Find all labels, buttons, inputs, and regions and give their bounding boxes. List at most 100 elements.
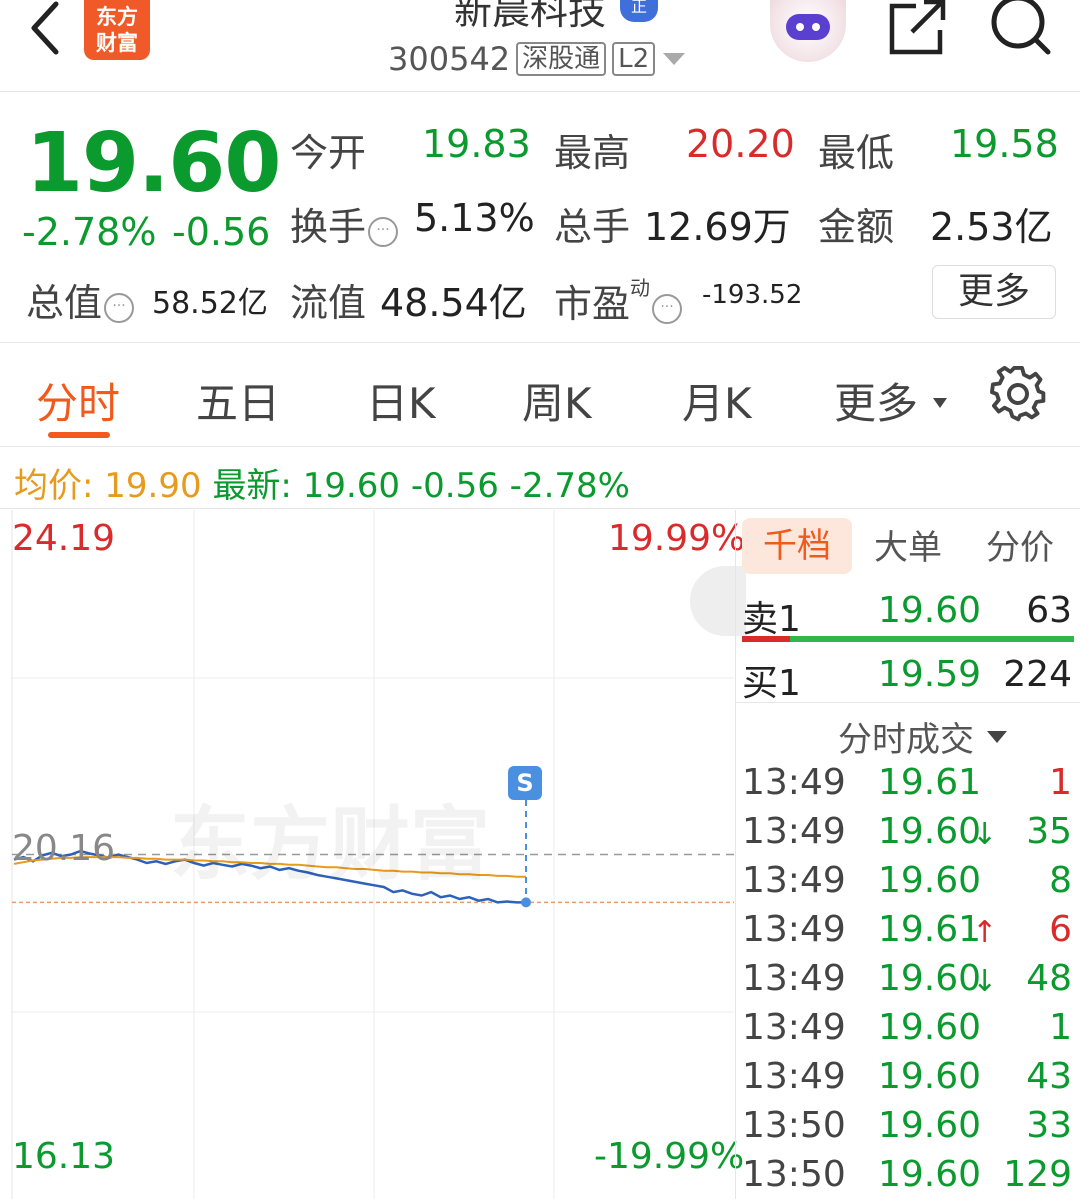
- tick-price: 19.60: [878, 1154, 982, 1195]
- open-value: 19.83: [422, 122, 531, 166]
- tick-direction: ↓: [972, 817, 998, 852]
- tick-volume: 1: [1049, 1007, 1072, 1048]
- tab-daily-k[interactable]: 日K: [366, 370, 436, 431]
- search-icon: [991, 0, 1051, 55]
- ask-bid-ratio-bar-green: [790, 636, 1074, 642]
- tag-shenguntong: 深股通: [516, 42, 607, 76]
- tab-intraday[interactable]: 分时: [36, 370, 120, 431]
- pe-label[interactable]: 市盈动···: [554, 272, 683, 328]
- tick-volume: 43: [1026, 1056, 1072, 1097]
- mktcap-value: 58.52亿: [152, 286, 268, 321]
- share-icon: [889, 0, 946, 55]
- tick-time: 13:49: [742, 811, 846, 852]
- latest-value: 19.60: [302, 466, 401, 506]
- tick-price: 19.60: [878, 1007, 982, 1048]
- latest-change-pct: -2.78%: [509, 466, 630, 506]
- high-label: 最高: [554, 131, 631, 175]
- low-value: 19.58: [950, 122, 1059, 166]
- tab-weekly-k[interactable]: 周K: [522, 370, 592, 431]
- tick-row: 13:49 19.60 43: [742, 1056, 1076, 1105]
- active-tab-indicator: [48, 432, 110, 438]
- tick-volume: 129: [1003, 1154, 1072, 1195]
- more-quote-button[interactable]: 更多: [932, 265, 1056, 319]
- tick-row: 13:49 19.61 1: [742, 762, 1076, 811]
- ask-1-label: 卖1: [742, 599, 801, 640]
- pe-label-text: 市盈: [554, 282, 631, 326]
- divider: [0, 446, 1080, 447]
- y-axis-top-label: 24.19: [12, 518, 116, 559]
- mktcap-label[interactable]: 总值 ···: [26, 272, 135, 327]
- tick-time: 13:49: [742, 909, 846, 950]
- stock-code: 300542: [388, 40, 511, 78]
- chart-settings-button[interactable]: [990, 365, 1046, 422]
- pe-value: -193.52: [702, 280, 803, 310]
- bid-1-row[interactable]: 买1 19.59 224: [742, 654, 1076, 704]
- tag-l2: L2: [612, 42, 656, 76]
- gear-icon: [990, 365, 1046, 422]
- mktcap-label-text: 总值: [26, 281, 103, 325]
- last-price: 19.60: [26, 116, 281, 211]
- app-logo[interactable]: 东方 财富: [84, 0, 150, 60]
- tick-time: 13:49: [742, 1007, 846, 1048]
- high-value: 20.20: [686, 122, 795, 166]
- ask-1-price: 19.60: [878, 590, 982, 631]
- tick-price: 19.60: [878, 811, 982, 852]
- tick-row: 13:49 19.60 ↓ 48: [742, 958, 1076, 1007]
- prev-close-label: 20.16: [12, 828, 116, 869]
- change-amount: -0.56: [172, 210, 271, 254]
- low-label: 最低: [818, 131, 895, 175]
- robot-icon: [786, 14, 830, 40]
- tick-time: 13:50: [742, 1105, 846, 1146]
- last-point-dot: [521, 897, 531, 908]
- ask-1-row[interactable]: 卖1 19.60 63: [742, 590, 1076, 640]
- tab-more[interactable]: 更多: [834, 370, 949, 431]
- info-icon: ···: [104, 293, 135, 323]
- tick-time: 13:49: [742, 1056, 846, 1097]
- tick-price: 19.60: [878, 958, 982, 999]
- panel-divider: [735, 510, 736, 1199]
- tick-time: 13:49: [742, 860, 846, 901]
- avg-price-label: 均价:: [14, 466, 94, 506]
- amount-value: 2.53亿: [930, 205, 1053, 249]
- tick-price: 19.61: [878, 762, 982, 803]
- tick-price: 19.61: [878, 909, 982, 950]
- chevron-left-icon: [31, 1, 59, 55]
- turnover-label[interactable]: 换手 ···: [290, 196, 399, 251]
- tick-row: 13:49 19.61 ↑ 6: [742, 909, 1076, 958]
- intraday-chart[interactable]: 24.19 19.99% 16.13 -19.99% 20.16 东方财富 S: [0, 510, 746, 1199]
- ticks-header[interactable]: 分时成交: [838, 712, 1009, 761]
- tab-price-distribution[interactable]: 分价: [986, 520, 1054, 569]
- volume-value: 12.69万: [644, 205, 791, 249]
- verified-badge: 正: [620, 0, 658, 22]
- tab-five-day[interactable]: 五日: [196, 370, 280, 431]
- assistant-robot-button[interactable]: [770, 0, 846, 62]
- tick-price: 19.60: [878, 1056, 982, 1097]
- bid-1-volume: 224: [1003, 654, 1072, 695]
- divider: [0, 508, 1080, 509]
- tab-monthly-k[interactable]: 月K: [682, 370, 752, 431]
- share-button[interactable]: [886, 0, 948, 58]
- ticks-title: 分时成交: [838, 720, 974, 760]
- tick-volume: 1: [1049, 762, 1072, 803]
- stock-code-selector[interactable]: 300542 深股通 L2: [388, 40, 687, 78]
- tab-more-label: 更多: [834, 379, 919, 428]
- tick-volume: 35: [1026, 811, 1072, 852]
- tab-big-orders[interactable]: 大单: [874, 520, 942, 569]
- change-percent: -2.78%: [22, 210, 157, 254]
- amount-label: 金额: [818, 205, 895, 249]
- caret-down-icon: [986, 731, 1007, 743]
- signal-marker[interactable]: S: [508, 766, 542, 800]
- divider: [0, 342, 1080, 343]
- ask-1-volume: 63: [1026, 590, 1072, 631]
- tab-thousand-levels[interactable]: 千档: [742, 518, 852, 574]
- divider: [736, 702, 1080, 703]
- pe-superscript: 动: [630, 276, 651, 300]
- y-axis-bottom-label: 16.13: [12, 1136, 116, 1177]
- float-label: 流值: [290, 281, 367, 325]
- tick-row: 13:50 19.60 33: [742, 1105, 1076, 1154]
- top-bar: 东方 财富 新晨科技 正 300542 深股通 L2: [0, 0, 1080, 92]
- turnover-value: 5.13%: [414, 196, 535, 240]
- caret-down-icon: [933, 398, 948, 408]
- back-button[interactable]: [20, 0, 70, 60]
- search-button[interactable]: [988, 0, 1054, 58]
